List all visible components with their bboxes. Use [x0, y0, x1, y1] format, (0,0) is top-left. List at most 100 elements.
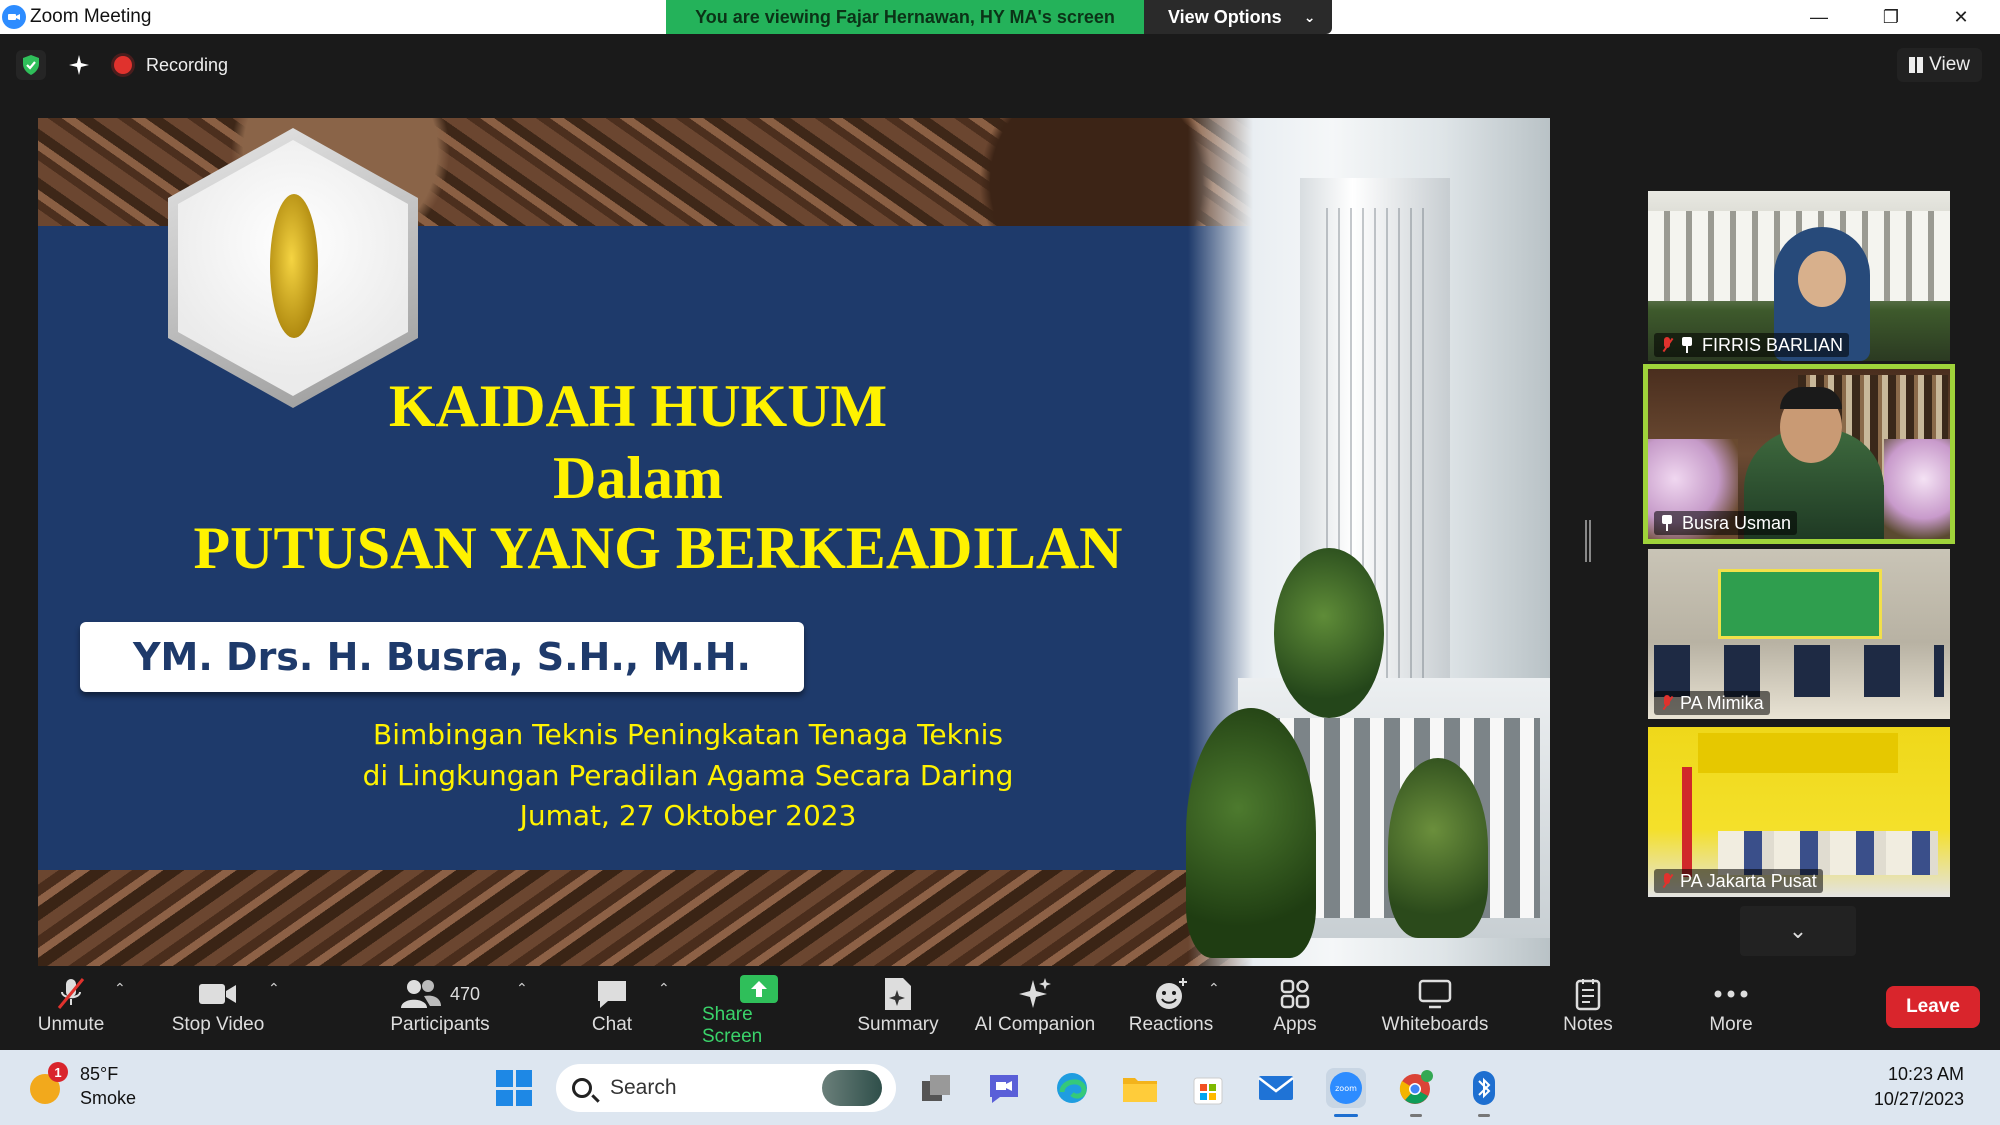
chat-options-caret-icon[interactable]: ⌃ — [658, 980, 670, 997]
apps-button[interactable]: Apps — [1270, 974, 1320, 1048]
recording-indicator[interactable]: Recording — [114, 50, 228, 80]
sparkle-icon[interactable] — [62, 50, 96, 80]
bluetooth-icon[interactable] — [1464, 1068, 1504, 1117]
close-window-button[interactable]: ✕ — [1926, 0, 1996, 34]
share-screen-button[interactable]: Share Screen — [702, 974, 816, 1048]
video-options-caret-icon[interactable]: ⌃ — [268, 980, 280, 997]
notes-label: Notes — [1563, 1014, 1613, 1035]
weather-widget[interactable]: 1 85°F Smoke — [28, 1062, 136, 1110]
participant-name-label: Busra Usman — [1654, 511, 1798, 535]
file-explorer-icon[interactable] — [1120, 1068, 1160, 1108]
stop-video-button[interactable]: Stop Video — [164, 974, 272, 1048]
mic-muted-icon — [1660, 873, 1674, 889]
edge-browser-icon[interactable] — [1052, 1068, 1092, 1108]
ai-companion-button[interactable]: AI Companion — [972, 974, 1098, 1048]
record-icon — [114, 56, 132, 74]
mail-icon[interactable] — [1256, 1068, 1296, 1108]
participant-name-label: PA Mimika — [1654, 691, 1770, 715]
participant-name: FIRRIS BARLIAN — [1702, 334, 1844, 355]
minimize-button[interactable]: — — [1784, 0, 1854, 34]
recording-label: Recording — [146, 54, 229, 75]
participants-options-caret-icon[interactable]: ⌃ — [516, 980, 528, 997]
summary-document-icon — [883, 974, 913, 1014]
participants-button[interactable]: 470 Participants — [388, 974, 492, 1048]
participant-tile[interactable]: PA Jakarta Pusat — [1648, 727, 1950, 897]
tree-image — [1186, 708, 1316, 958]
slide-title-line-3: PUTUSAN YANG BERKEADILAN — [193, 515, 1123, 581]
search-icon — [572, 1078, 592, 1098]
tree-image — [1274, 548, 1384, 718]
slide-title-line-1: KAIDAH HUKUM — [388, 373, 888, 439]
task-view-icon[interactable] — [916, 1068, 956, 1108]
chat-app-icon[interactable] — [984, 1068, 1024, 1108]
reactions-label: Reactions — [1128, 1014, 1214, 1035]
restore-button[interactable]: ❐ — [1856, 0, 1926, 34]
reactions-options-caret-icon[interactable]: ⌃ — [1208, 980, 1220, 997]
pin-icon — [1660, 515, 1674, 531]
audio-options-caret-icon[interactable]: ⌃ — [114, 980, 126, 997]
security-shield-icon[interactable] — [16, 50, 46, 80]
search-placeholder: Search — [610, 1076, 677, 1099]
notes-button[interactable]: Notes — [1560, 974, 1616, 1048]
participant-tile[interactable]: PA Mimika — [1648, 549, 1950, 719]
speaker-name-box: YM. Drs. H. Busra, S.H., M.H. — [80, 622, 804, 692]
participant-tile[interactable]: FIRRIS BARLIAN — [1648, 191, 1950, 361]
share-screen-label: Share Screen — [702, 1004, 763, 1047]
microsoft-store-icon[interactable] — [1188, 1068, 1228, 1108]
mahkamah-agung-emblem-icon — [270, 194, 318, 338]
chat-button[interactable]: Chat — [582, 974, 642, 1048]
whiteboard-icon — [1417, 974, 1453, 1014]
whiteboards-button[interactable]: Whiteboards — [1378, 974, 1492, 1048]
ai-sparkle-icon — [1017, 974, 1053, 1014]
slide-title-line-2: Dalam — [553, 445, 723, 511]
orchids — [1884, 439, 1950, 539]
chevron-down-icon: ⌄ — [1788, 918, 1808, 943]
weather-sun-icon: 1 — [28, 1062, 68, 1106]
zoom-taskbar-icon[interactable]: zoom — [1326, 1068, 1366, 1117]
more-label: More — [1709, 1014, 1753, 1035]
zoom-logo-icon — [2, 5, 26, 29]
slide-subtitle-line-3: Jumat, 27 Oktober 2023 — [519, 799, 857, 832]
windows-start-icon[interactable] — [496, 1070, 532, 1106]
chrome-browser-icon[interactable] — [1396, 1068, 1436, 1117]
summary-button[interactable]: Summary — [856, 974, 940, 1048]
system-clock[interactable]: 10:23 AM 10/27/2023 — [1874, 1062, 1964, 1112]
pin-icon — [1680, 337, 1694, 353]
participant-tile-active-speaker[interactable]: Busra Usman — [1643, 364, 1955, 544]
shared-screen: KAIDAH HUKUM Dalam PUTUSAN YANG BERKEADI… — [38, 118, 1550, 966]
scroll-participants-down-button[interactable]: ⌄ — [1740, 906, 1856, 956]
unmute-button[interactable]: Unmute — [34, 974, 108, 1048]
more-dots-icon — [1713, 974, 1749, 1014]
view-options-button[interactable]: View Options ⌄ — [1144, 0, 1332, 34]
smiley-icon — [1153, 974, 1189, 1014]
participant-name-label: PA Jakarta Pusat — [1654, 869, 1823, 893]
video-camera-icon — [198, 974, 238, 1014]
leave-button[interactable]: Leave — [1886, 986, 1980, 1028]
participant-face — [1798, 251, 1846, 307]
share-screen-icon — [739, 974, 779, 1004]
apps-label: Apps — [1273, 1014, 1317, 1035]
media-center-wall — [1698, 733, 1898, 773]
mic-muted-icon — [1660, 695, 1674, 711]
view-button[interactable]: View — [1897, 48, 1982, 82]
chat-bubble-icon — [595, 974, 629, 1014]
participant-name: PA Jakarta Pusat — [1680, 870, 1817, 891]
chat-label: Chat — [591, 1014, 633, 1035]
weather-description: Smoke — [80, 1088, 137, 1108]
taskbar-search-input[interactable]: Search — [556, 1064, 896, 1112]
mic-muted-icon — [1660, 337, 1674, 353]
apps-grid-icon — [1279, 974, 1311, 1014]
title-bar: Zoom Meeting You are viewing Fajar Herna… — [0, 0, 2000, 34]
panel-resize-handle[interactable] — [1585, 520, 1591, 562]
mic-muted-icon — [56, 974, 86, 1014]
tree-image — [1388, 758, 1488, 938]
participant-name: Busra Usman — [1682, 512, 1792, 533]
notification-badge: 1 — [48, 1062, 68, 1082]
flag — [1682, 767, 1692, 877]
summary-label: Summary — [857, 1014, 939, 1035]
meeting-top-bar: Recording View — [0, 34, 2000, 96]
reactions-button[interactable]: Reactions — [1128, 974, 1214, 1048]
search-highlight-art — [822, 1070, 882, 1106]
screen-share-banner: You are viewing Fajar Hernawan, HY MA's … — [666, 0, 1144, 34]
more-button[interactable]: More — [1706, 974, 1756, 1048]
